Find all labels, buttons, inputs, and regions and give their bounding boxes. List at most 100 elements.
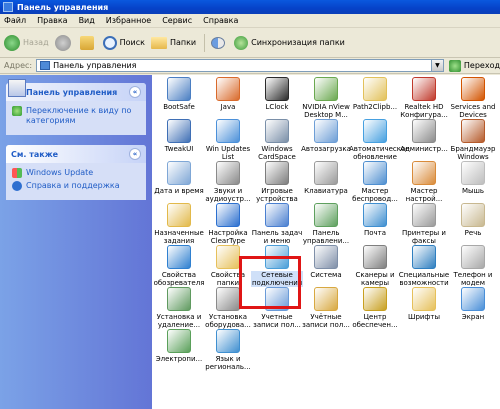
control-panel-item[interactable]: TweakUI [153, 119, 205, 153]
control-panel-item[interactable]: Services and Devices [447, 77, 499, 119]
control-panel-item[interactable]: LClock [251, 77, 303, 111]
views-button[interactable] [211, 36, 228, 49]
help-support-link[interactable]: Справка и поддержка [12, 181, 140, 191]
control-panel-item[interactable]: Настройка ClearType [202, 203, 254, 245]
applet-icon [216, 161, 240, 185]
control-panel-item[interactable]: Win Updates List [202, 119, 254, 161]
control-panel-item[interactable]: Центр обеспечен... [349, 287, 401, 329]
control-panel-item[interactable]: Java [202, 77, 254, 111]
control-panel-item[interactable]: Брандмауэр Windows [447, 119, 499, 161]
applet-icon [461, 161, 485, 185]
control-panel-item[interactable]: Принтеры и факсы [398, 203, 450, 245]
control-panel-item[interactable]: BootSafe [153, 77, 205, 111]
applet-label: Сканеры и камеры [355, 271, 395, 287]
switch-to-category-view-link[interactable]: Переключение к виду по категориям [12, 106, 140, 126]
control-panel-item[interactable]: Система [300, 245, 352, 279]
applet-label: Мышь [461, 187, 485, 195]
applet-icon [363, 161, 387, 185]
control-panel-item[interactable]: Администр... [398, 119, 450, 153]
applet-icon [216, 203, 240, 227]
applet-label: Телефон и модем [453, 271, 493, 287]
go-label: Переход [463, 61, 500, 70]
collapse-chevron-icon[interactable]: « [129, 148, 141, 160]
menu-file[interactable]: Файл [4, 16, 26, 25]
back-button[interactable]: Назад [4, 34, 49, 51]
control-panel-item[interactable]: Свойства обозревателя [153, 245, 205, 287]
applet-icon [412, 77, 436, 101]
control-panel-item[interactable]: Игровые устройства [251, 161, 303, 203]
control-panel-section: Панель управления « Переключение к виду … [6, 79, 146, 135]
control-panel-item[interactable]: Realtek HD Конфигура... [398, 77, 450, 119]
forward-arrow-icon [54, 34, 71, 51]
applet-label: Настройка ClearType [208, 229, 248, 245]
applet-label: Звуки и аудиоустр... [205, 187, 251, 203]
menu-help[interactable]: Справка [203, 16, 238, 25]
address-value: Панель управления [53, 61, 137, 70]
control-panel-item[interactable]: Автоматическое обновление [349, 119, 410, 161]
menu-edit[interactable]: Правка [37, 16, 67, 25]
control-panel-item[interactable]: Клавиатура [300, 161, 352, 195]
control-panel-item[interactable]: Установка и удаление... [153, 287, 205, 329]
back-arrow-icon [4, 34, 20, 51]
up-button[interactable] [79, 35, 97, 50]
search-button[interactable]: Поиск [102, 35, 145, 50]
control-panel-item[interactable]: Речь [447, 203, 499, 237]
control-panel-item[interactable]: Звуки и аудиоустр... [202, 161, 254, 203]
address-dropdown-button[interactable]: ▼ [430, 60, 443, 71]
control-panel-item[interactable]: Специальные возможности [398, 245, 450, 287]
control-panel-item[interactable]: Мастер настрой... [398, 161, 450, 203]
applet-icon [363, 203, 387, 227]
applet-icon [216, 287, 240, 311]
applet-icon [265, 161, 289, 185]
applet-label: Специальные возможности [398, 271, 450, 287]
toolbar: Назад Поиск Папки Синхронизация папки [0, 28, 500, 58]
applet-label: Язык и региональ... [205, 355, 251, 371]
applet-icon [216, 329, 240, 353]
address-input[interactable]: Панель управления ▼ [36, 59, 444, 72]
control-panel-item[interactable]: NVIDIA nView Desktop M... [300, 77, 352, 119]
applet-icon [167, 245, 191, 269]
control-panel-item[interactable]: Электропи... [153, 329, 205, 363]
control-panel-item[interactable]: Почта [349, 203, 401, 237]
menu-favorites[interactable]: Избранное [106, 16, 151, 25]
control-panel-item[interactable]: Path2Clipb... [349, 77, 401, 111]
applet-icon [412, 119, 436, 143]
sync-button[interactable]: Синхронизация папки [234, 35, 345, 50]
control-panel-section-header[interactable]: Панель управления « [6, 79, 146, 101]
applet-label: BootSafe [163, 103, 195, 111]
see-also-header[interactable]: См. также « [6, 145, 146, 163]
applet-label: Электропи... [155, 355, 203, 363]
control-panel-item[interactable]: Автозагрузка [300, 119, 352, 153]
applet-label: Центр обеспечен... [352, 313, 398, 329]
menu-tools[interactable]: Сервис [162, 16, 192, 25]
go-button[interactable]: Переход [448, 59, 500, 72]
control-panel-item[interactable]: Шрифты [398, 287, 450, 321]
control-panel-item[interactable]: Экран [447, 287, 499, 321]
control-panel-item[interactable]: Мышь [447, 161, 499, 195]
control-panel-item[interactable]: Сканеры и камеры [349, 245, 401, 287]
forward-button[interactable] [54, 34, 74, 51]
search-label: Поиск [119, 38, 145, 47]
applet-label: NVIDIA nView Desktop M... [302, 103, 350, 119]
applet-label: Мастер беспровод... [352, 187, 398, 203]
control-panel-item[interactable]: Язык и региональ... [202, 329, 254, 371]
folders-button[interactable]: Папки [150, 36, 196, 49]
applet-icon [461, 203, 485, 227]
applet-icon [216, 77, 240, 101]
applet-label: Брандмауэр Windows [450, 145, 496, 161]
control-panel-item[interactable]: Панель управлени... [300, 203, 352, 245]
control-panel-item[interactable]: Windows CardSpace [251, 119, 303, 161]
switch-view-icon [12, 106, 22, 116]
control-panel-item[interactable]: Учётные записи пол... [300, 287, 352, 329]
collapse-chevron-icon[interactable]: « [129, 86, 141, 98]
control-panel-item[interactable]: Назначенные задания [153, 203, 205, 245]
applet-label: Services and Devices [450, 103, 496, 119]
control-panel-item[interactable]: Мастер беспровод... [349, 161, 401, 203]
windows-update-link[interactable]: Windows Update [12, 168, 140, 178]
applet-label: Учетные записи пол... [253, 313, 301, 329]
control-panel-item[interactable]: Телефон и модем [447, 245, 499, 287]
control-panel-item[interactable]: Дата и время [153, 161, 205, 195]
menu-view[interactable]: Вид [79, 16, 95, 25]
items-view: BootSafe Java LClock NVIDIA nView Desktop M… [152, 75, 500, 409]
applet-icon [167, 329, 191, 353]
